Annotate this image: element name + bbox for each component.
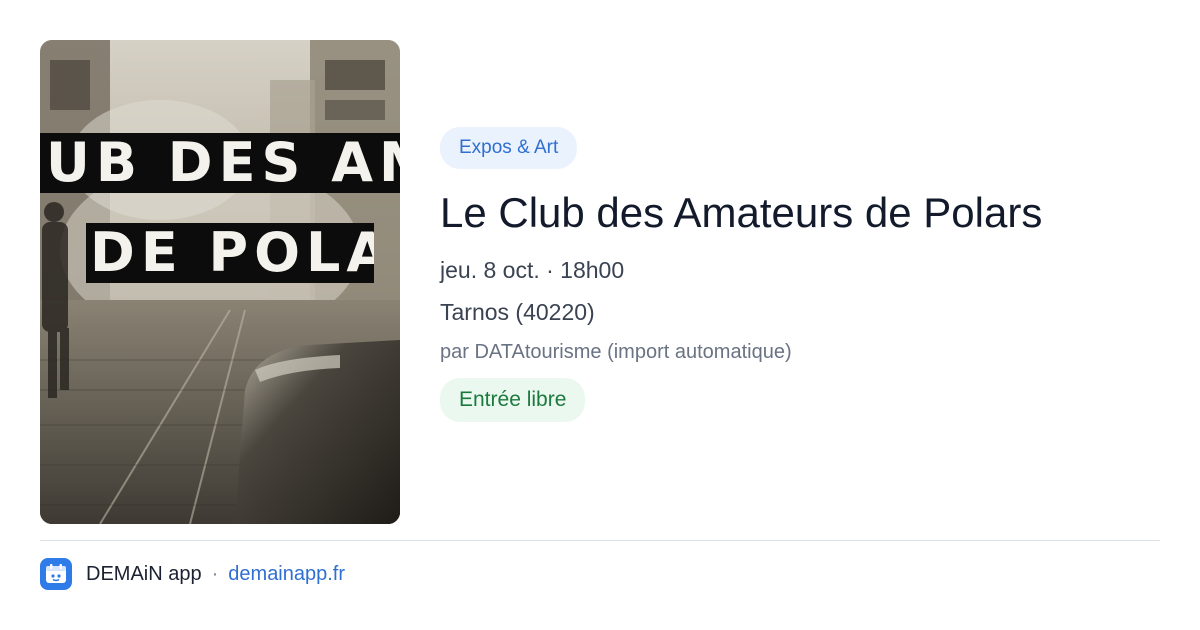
app-logo-icon (40, 558, 72, 590)
poster-title-line1: UB DES AMAT (40, 133, 400, 193)
footer: DEMAiN app · demainapp.fr (40, 558, 345, 590)
event-poster-image[interactable]: UB DES AMAT DE POLARS (40, 40, 400, 524)
poster-title-line2: DE POLARS (86, 223, 374, 283)
event-title: Le Club des Amateurs de Polars (440, 189, 1043, 236)
event-location: Tarnos (40220) (440, 299, 595, 325)
event-source: par DATAtourisme (import automatique) (440, 341, 792, 363)
price-badge: Entrée libre (440, 378, 586, 422)
footer-separator: · (211, 562, 219, 585)
event-date-time: jeu. 8 oct. · 18h00 (440, 257, 625, 283)
event-info: Expos & Art Le Club des Amateurs de Pola… (440, 127, 1042, 422)
app-name: DEMAiN app (86, 562, 202, 585)
footer-divider (40, 540, 1160, 541)
category-badge[interactable]: Expos & Art (440, 127, 578, 169)
site-link[interactable]: demainapp.fr (228, 563, 345, 586)
